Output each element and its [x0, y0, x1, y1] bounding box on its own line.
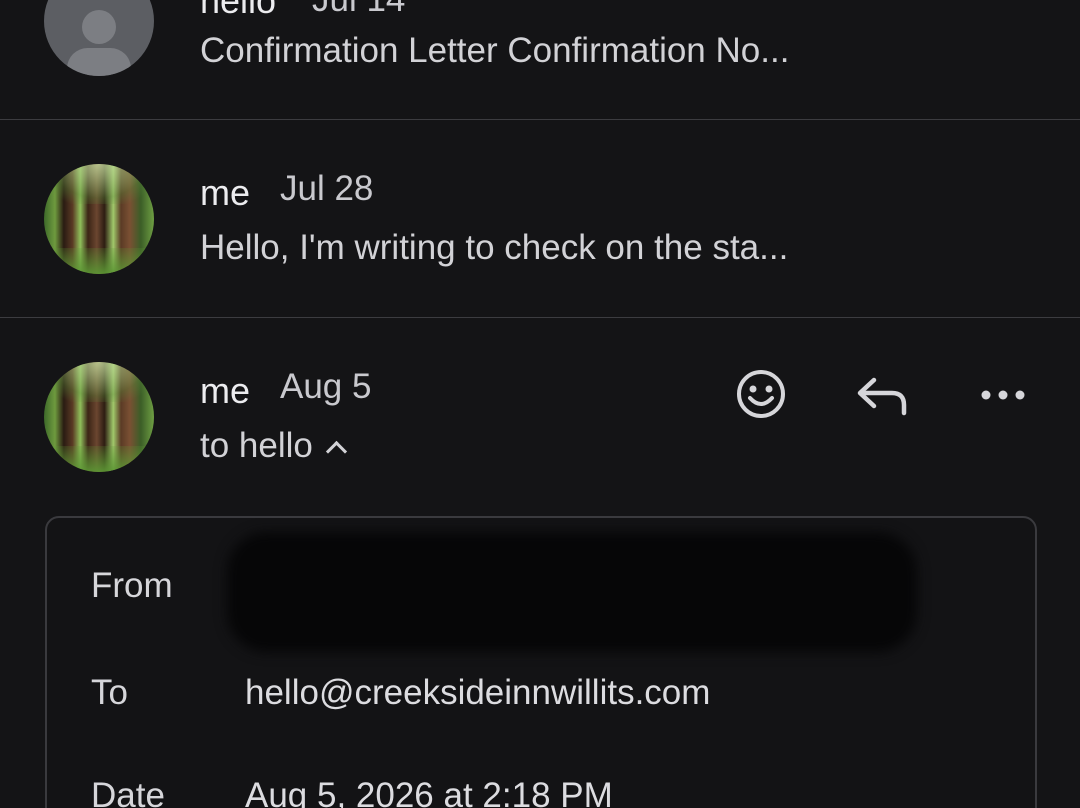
- emoji-reaction-button[interactable]: [733, 366, 789, 422]
- emoji-reaction-icon: [737, 370, 785, 418]
- avatar: [44, 164, 154, 274]
- email-thread: hello Jul 14 Confirmation Letter Confirm…: [0, 0, 1080, 808]
- thread-message-collapsed[interactable]: me Jul 28 Hello, I'm writing to check on…: [0, 120, 1080, 317]
- more-options-icon: [981, 390, 1025, 400]
- message-date: Jul 28: [280, 169, 374, 208]
- reply-button[interactable]: [854, 366, 910, 422]
- date-label: Date: [91, 776, 165, 808]
- redacted-sender: [227, 532, 917, 652]
- date-value: Aug 5, 2026 at 2:18 PM: [245, 776, 613, 808]
- recipients-toggle[interactable]: to hello: [200, 426, 347, 466]
- reply-icon: [857, 377, 907, 416]
- thread-message-collapsed[interactable]: hello Jul 14 Confirmation Letter Confirm…: [0, 0, 1080, 119]
- avatar: [44, 0, 154, 76]
- avatar: [44, 362, 154, 472]
- to-address[interactable]: hello@creeksideinnwillits.com: [245, 673, 710, 713]
- message-date: Jul 14: [312, 0, 405, 20]
- chevron-up-icon: [325, 440, 347, 463]
- more-options-button[interactable]: [975, 366, 1031, 422]
- recipients-label: to hello: [200, 426, 313, 465]
- sender-name: hello: [200, 0, 277, 21]
- message-date: Aug 5: [280, 367, 372, 406]
- message-details-panel: From To hello@creeksideinnwillits.com Da…: [45, 516, 1037, 808]
- message-snippet: Hello, I'm writing to check on the sta..…: [200, 228, 789, 267]
- message-snippet: Confirmation Letter Confirmation No...: [200, 31, 790, 70]
- sender-name: me: [200, 172, 251, 213]
- sender-name: me: [200, 370, 251, 411]
- from-label: From: [91, 566, 173, 605]
- to-label: To: [91, 673, 128, 712]
